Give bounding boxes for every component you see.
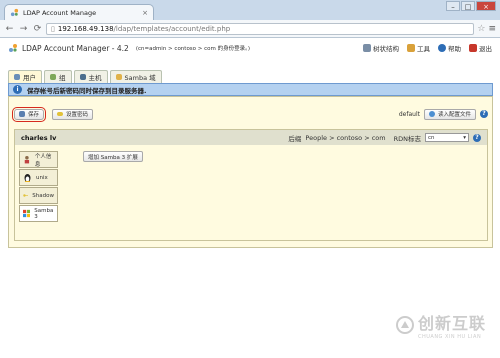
suffix-label: 后缀 [288, 134, 302, 143]
info-notice: i 保存帐号后新密码同时保存到目录服务器. [8, 83, 493, 96]
tab-groups[interactable]: 组 [44, 70, 72, 83]
forward-icon[interactable]: → [18, 24, 29, 34]
group-icon [50, 74, 56, 80]
chevron-down-icon: ▾ [463, 134, 466, 141]
tree-link[interactable]: 树状结构 [363, 43, 399, 53]
module-list: 个人信息 unix Shadow Samba 3 [19, 151, 58, 223]
close-window-icon[interactable]: × [476, 1, 496, 11]
tab-samba-domain[interactable]: Samba 域 [109, 70, 162, 83]
header-links: 树状结构 工具 帮助 退出 [363, 43, 492, 53]
page-icon: ▯ [51, 24, 55, 33]
browser-toolbar: ← → ⟳ ▯ 192.168.49.138/ldap/templates/ac… [0, 20, 500, 38]
key-icon [57, 112, 64, 116]
profile-area: default 读入配置文件 ? [399, 108, 488, 120]
samba-icon [115, 74, 122, 80]
login-info: (cn=admin > contoso > com 的身份登录。) [135, 46, 251, 52]
page: LDAP Account Manager - 4.2 (cn=admin > c… [0, 38, 500, 358]
suffix-value[interactable]: People > contoso > com [305, 134, 385, 142]
logout-icon [469, 44, 477, 52]
minimize-icon[interactable]: – [446, 1, 460, 11]
account-name: charles lv [21, 133, 57, 142]
help-icon [438, 44, 446, 52]
module-shadow[interactable]: Shadow [19, 187, 58, 204]
add-samba3-extension-button[interactable]: 增加 Samba 3 扩展 [83, 151, 143, 162]
maximize-icon[interactable]: □ [461, 1, 475, 11]
info-icon: i [13, 85, 22, 94]
tux-icon [24, 174, 31, 182]
app-title: LDAP Account Manager - 4.2 [22, 43, 129, 53]
save-icon [19, 111, 25, 117]
windows-icon [23, 209, 31, 218]
tools-link[interactable]: 工具 [407, 43, 430, 53]
load-profile-button[interactable]: 读入配置文件 [423, 108, 476, 120]
browser-tab-title: LDAP Account Manage [23, 8, 97, 17]
lam-logo-icon [10, 8, 19, 17]
set-password-button[interactable]: 设置密码 [52, 108, 94, 120]
tab-users[interactable]: 用户 [8, 70, 42, 83]
module-samba3[interactable]: Samba 3 [19, 205, 58, 222]
notice-text: 保存帐号后新密码同时保存到目录服务器. [27, 86, 147, 95]
help-icon[interactable]: ? [473, 133, 481, 142]
tree-icon [363, 44, 371, 52]
edit-panel: 保存 设置密码 default 读入配置文件 ? charles lv 后缀 P… [8, 96, 493, 248]
account-header: charles lv 后缀 People > contoso > com RDN… [15, 130, 487, 145]
browser-tabstrip: LDAP Account Manage × – □ × [0, 0, 500, 20]
account-box: charles lv 后缀 People > contoso > com RDN… [14, 129, 488, 241]
window-controls: – □ × [446, 1, 496, 11]
tab-hosts[interactable]: 主机 [73, 70, 108, 83]
address-bar[interactable]: ▯ 192.168.49.138/ldap/templates/account/… [46, 22, 475, 35]
app-header: LDAP Account Manager - 4.2 (cn=admin > c… [0, 38, 500, 58]
menu-icon[interactable]: ≡ [488, 24, 496, 34]
action-bar: 保存 设置密码 default 读入配置文件 ? [11, 106, 488, 122]
url-path: /ldap/templates/account/edit.php [113, 24, 231, 33]
logout-link[interactable]: 退出 [469, 43, 492, 53]
help-icon[interactable]: ? [480, 110, 488, 118]
profile-select[interactable]: default [399, 111, 420, 118]
close-tab-icon[interactable]: × [142, 9, 148, 17]
bookmark-star-icon[interactable]: ☆ [477, 24, 485, 34]
module-personal[interactable]: 个人信息 [19, 151, 58, 168]
browser-tab[interactable]: LDAP Account Manage × [4, 4, 154, 20]
url-host: 192.168.49.138 [57, 24, 114, 33]
rdn-label: RDN标志 [393, 134, 421, 143]
type-tabs: 用户 组 主机 Samba 域 [8, 70, 162, 83]
rdn-select[interactable]: cn ▾ [425, 133, 469, 142]
help-link[interactable]: 帮助 [438, 43, 461, 53]
key-icon [23, 194, 29, 197]
user-icon [14, 74, 20, 80]
refresh-icon [428, 111, 435, 117]
tools-icon [407, 44, 415, 52]
watermark-logo [395, 316, 414, 334]
watermark: 创新互联 CHUANG XIN HU LIAN [395, 310, 486, 340]
suffix-area: 后缀 People > contoso > com RDN标志 cn ▾ ? [288, 133, 481, 143]
module-unix[interactable]: unix [19, 169, 58, 186]
save-button[interactable]: 保存 [11, 106, 47, 122]
watermark-text: 创新互联 CHUANG XIN HU LIAN [417, 314, 486, 340]
lam-logo-icon [9, 44, 17, 52]
back-icon[interactable]: ← [4, 24, 15, 34]
host-icon [79, 74, 86, 80]
person-icon [24, 156, 30, 164]
reload-icon[interactable]: ⟳ [32, 24, 43, 34]
